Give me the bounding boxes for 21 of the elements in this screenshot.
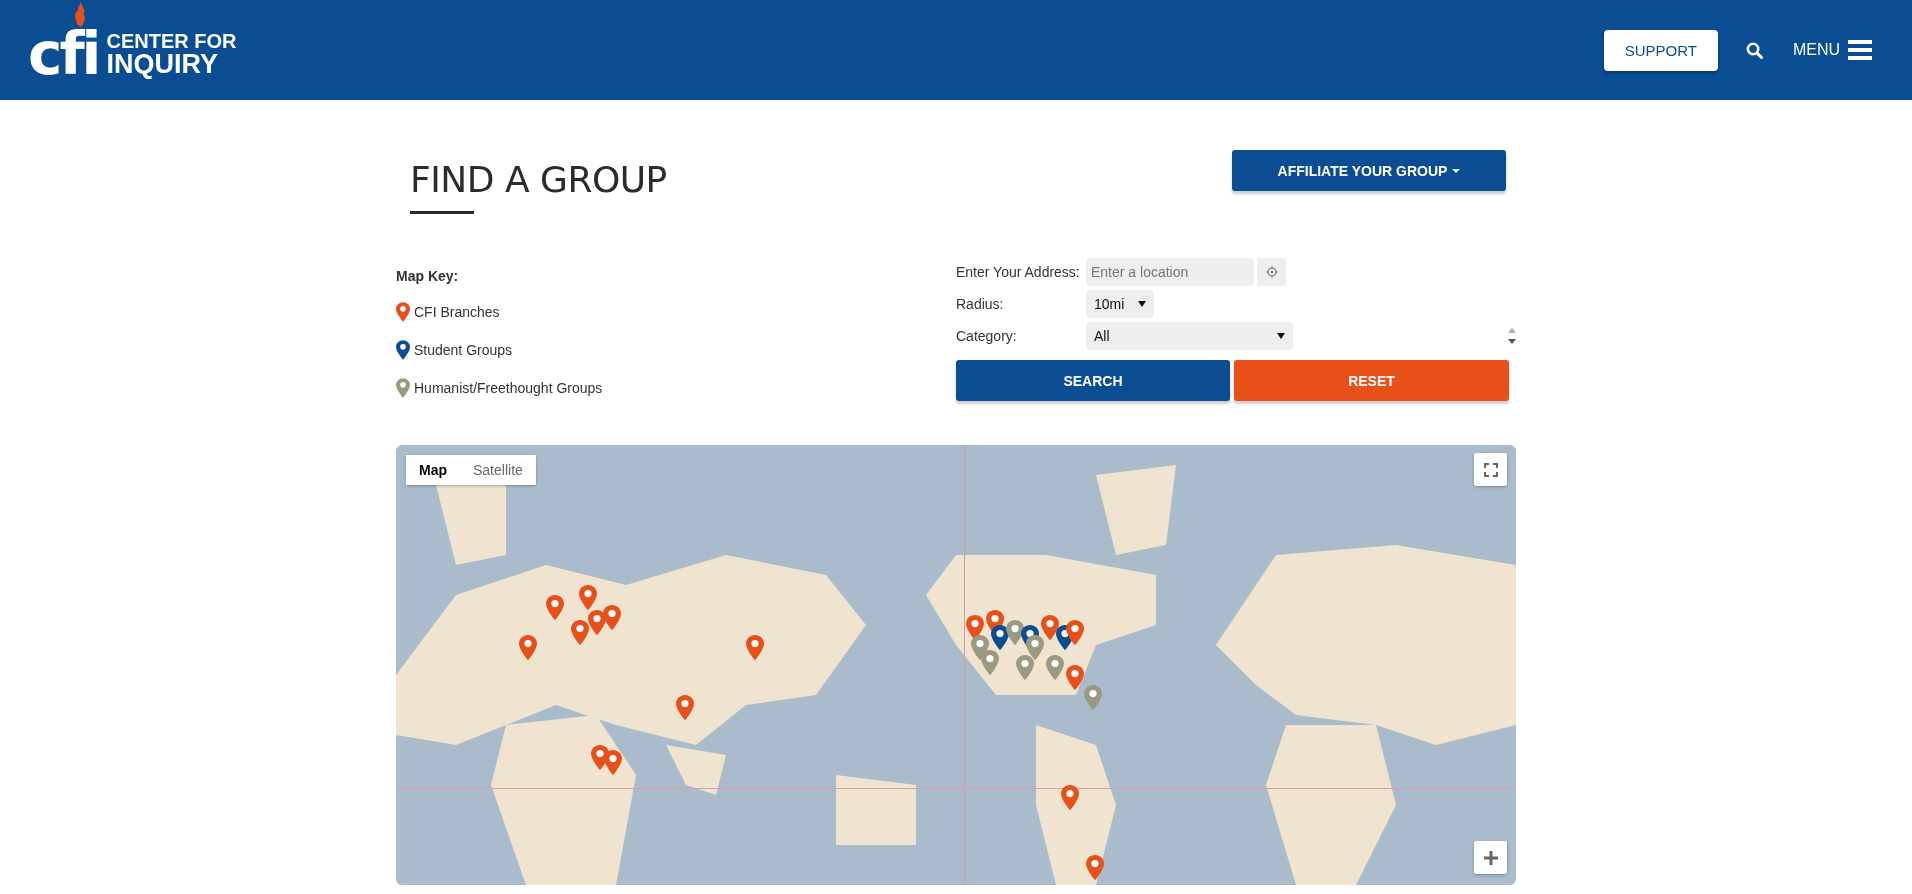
map-key-label: CFI Branches bbox=[414, 304, 500, 320]
field-label: Category: bbox=[956, 328, 1018, 344]
field-label: Enter Your Address: bbox=[956, 264, 1081, 280]
address-field[interactable]: Enter a location bbox=[1086, 258, 1254, 286]
search-button[interactable]: SEARCH bbox=[956, 360, 1230, 401]
reset-button[interactable]: RESET bbox=[1234, 360, 1509, 401]
logo-mark[interactable]: cfi bbox=[28, 31, 99, 78]
map-type-tab[interactable]: Satellite bbox=[460, 455, 536, 485]
field-label: Radius: bbox=[956, 296, 1005, 312]
map-key-label: Humanist/Freethought Groups bbox=[414, 380, 603, 396]
menu-button[interactable]: MENU bbox=[1792, 40, 1872, 60]
page-title: FIND A GROUP bbox=[410, 162, 667, 198]
map-key-title: Map Key: bbox=[396, 268, 460, 284]
affiliate-button[interactable]: AFFILIATE YOUR GROUP bbox=[1232, 150, 1506, 191]
map-type-tab[interactable]: Map bbox=[406, 455, 460, 485]
category-select[interactable]: All bbox=[1086, 322, 1293, 350]
map-key-label: Student Groups bbox=[414, 342, 513, 358]
support-button[interactable]: SUPPORT bbox=[1603, 29, 1718, 71]
logo-text: INQUIRY bbox=[106, 50, 219, 78]
logo-text: CENTER FOR bbox=[106, 30, 237, 51]
radius-select[interactable]: 10mi bbox=[1086, 290, 1154, 318]
